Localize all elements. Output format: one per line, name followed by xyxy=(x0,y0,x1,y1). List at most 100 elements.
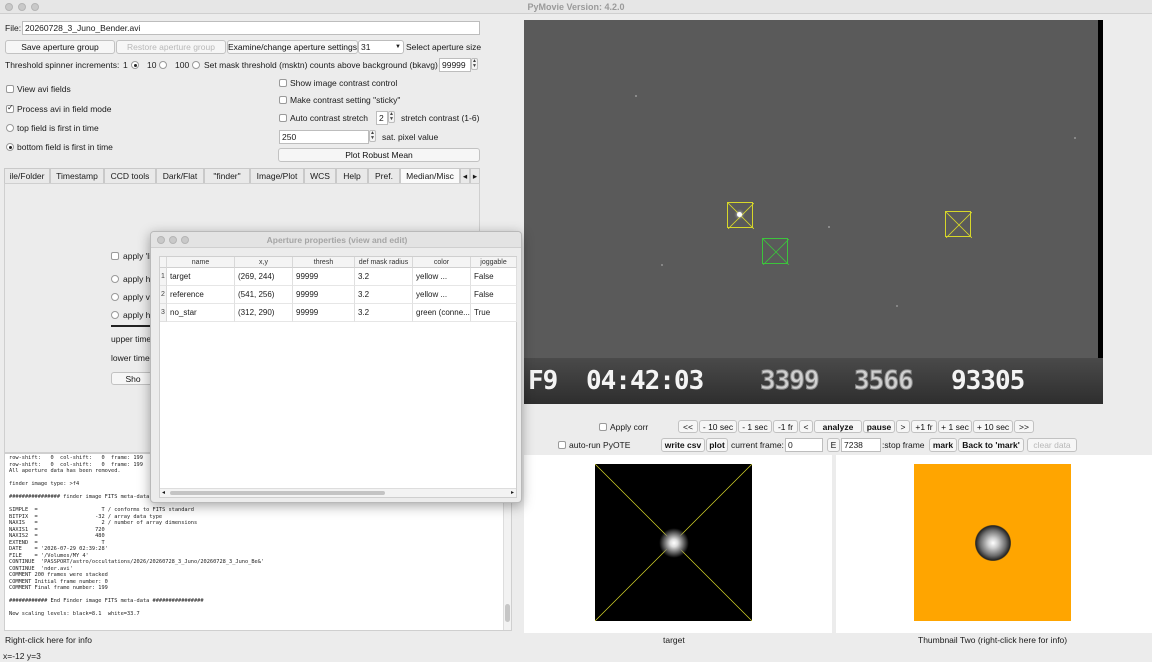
cell-joggable[interactable]: True xyxy=(471,304,517,322)
forward-1-frame-button[interactable]: +1 fr xyxy=(911,420,937,433)
cell-xy[interactable]: (541, 256) xyxy=(235,286,293,304)
cell-mask-radius[interactable]: 3.2 xyxy=(355,268,413,286)
bottom-field-first-radio[interactable] xyxy=(6,143,14,151)
thumbnail-two-panel[interactable] xyxy=(836,455,1152,633)
auto-pyote-checkbox[interactable] xyxy=(558,441,566,449)
top-field-first-radio[interactable] xyxy=(6,124,14,132)
tab-dark-flat[interactable]: Dark/Flat xyxy=(156,168,204,183)
aperture-size-select[interactable]: 31 ▼ xyxy=(358,40,404,54)
mask-threshold-stepper[interactable]: ▲ ▼ xyxy=(471,58,478,70)
sat-pixel-field[interactable]: 250 xyxy=(279,130,369,144)
tab-ccd-tools[interactable]: CCD tools xyxy=(104,168,156,183)
cell-name[interactable]: target xyxy=(167,268,235,286)
cell-color[interactable]: yellow ... xyxy=(413,286,471,304)
stop-frame-e-button[interactable]: E xyxy=(827,438,840,452)
column-header-color[interactable]: color xyxy=(413,257,471,268)
thumbnail-two-label[interactable]: Thumbnail Two (right-click here for info… xyxy=(918,634,1067,646)
back-to-mark-button[interactable]: Back to 'mark' xyxy=(958,438,1024,452)
save-aperture-group-button[interactable]: Save aperture group xyxy=(5,40,115,54)
column-header-xy[interactable]: x,y xyxy=(235,257,293,268)
file-name-field[interactable]: 20260728_3_Juno_Bender.avi xyxy=(22,21,480,35)
cell-xy[interactable]: (269, 244) xyxy=(235,268,293,286)
plot-robust-mean-button[interactable]: Plot Robust Mean xyxy=(278,148,480,162)
row-number[interactable]: 3 xyxy=(160,304,167,322)
apply-ve-radio[interactable] xyxy=(111,293,119,301)
cell-thresh[interactable]: 99999 xyxy=(293,304,355,322)
mark-button[interactable]: mark xyxy=(929,438,957,452)
forward-10-sec-button[interactable]: + 10 sec xyxy=(973,420,1013,433)
column-header-thresh[interactable]: thresh xyxy=(293,257,355,268)
tab-scroll-right-icon[interactable]: ▸ xyxy=(470,168,480,183)
scroll-left-icon[interactable]: ◂ xyxy=(162,489,165,496)
cell-joggable[interactable]: False xyxy=(471,286,517,304)
no-star-aperture[interactable] xyxy=(762,238,789,265)
left-info-label[interactable]: Right-click here for info xyxy=(5,634,92,646)
plot-button[interactable]: plot xyxy=(706,438,728,452)
thumbnail-one-panel[interactable] xyxy=(524,455,832,633)
apply-corr-checkbox[interactable] xyxy=(599,423,607,431)
back-10-sec-button[interactable]: - 10 sec xyxy=(699,420,737,433)
apply-h-radio[interactable] xyxy=(111,311,119,319)
aperture-table[interactable]: name x,y thresh def mask radius color jo… xyxy=(159,256,517,498)
column-header-name[interactable]: name xyxy=(167,257,235,268)
tab-file-folder[interactable]: ile/Folder xyxy=(4,168,50,183)
cell-mask-radius[interactable]: 3.2 xyxy=(355,304,413,322)
back-1-sec-button[interactable]: - 1 sec xyxy=(738,420,772,433)
table-horizontal-scrollbar[interactable]: ◂ ▸ xyxy=(160,488,516,497)
stop-frame-field[interactable]: 7238 xyxy=(841,438,881,452)
pause-button[interactable]: pause xyxy=(863,420,895,433)
tab-timestamp[interactable]: Timestamp xyxy=(50,168,104,183)
tab-wcs[interactable]: WCS xyxy=(304,168,336,183)
forward-1-sec-button[interactable]: + 1 sec xyxy=(938,420,972,433)
restore-aperture-group-button[interactable]: Restore aperture group xyxy=(116,40,226,54)
cell-color[interactable]: yellow ... xyxy=(413,268,471,286)
examine-aperture-settings-button[interactable]: Examine/change aperture settings xyxy=(227,40,358,54)
row-number[interactable]: 2 xyxy=(160,286,167,304)
show-contrast-checkbox[interactable] xyxy=(279,79,287,87)
reference-aperture[interactable] xyxy=(945,211,972,238)
write-csv-button[interactable]: write csv xyxy=(661,438,705,452)
stretch-contrast-field[interactable]: 2 xyxy=(376,111,388,125)
increment-10-radio[interactable] xyxy=(159,61,167,69)
row-number[interactable]: 1 xyxy=(160,268,167,286)
step-forward-button[interactable]: > xyxy=(896,420,910,433)
column-header-joggable[interactable]: joggable xyxy=(471,257,517,268)
video-frame-view[interactable]: F9 04:42:03 3399 3566 93305 xyxy=(524,20,1103,404)
tab-image-plot[interactable]: Image/Plot xyxy=(250,168,304,183)
tab-pref[interactable]: Pref. xyxy=(368,168,400,183)
first-frame-button[interactable]: << xyxy=(678,420,698,433)
process-field-mode-checkbox[interactable] xyxy=(6,103,14,113)
mask-threshold-field[interactable]: 99999 xyxy=(439,58,471,72)
view-avi-fields-checkbox[interactable] xyxy=(6,85,14,93)
apply-li-checkbox[interactable] xyxy=(111,252,119,260)
back-1-frame-button[interactable]: -1 fr xyxy=(773,420,798,433)
cell-mask-radius[interactable]: 3.2 xyxy=(355,286,413,304)
increment-1-radio[interactable] xyxy=(131,61,139,69)
sticky-contrast-checkbox[interactable] xyxy=(279,96,287,104)
tab-finder[interactable]: "finder" xyxy=(204,168,250,183)
stretch-contrast-stepper[interactable]: ▲ ▼ xyxy=(388,111,395,123)
cell-joggable[interactable]: False xyxy=(471,268,517,286)
cell-color[interactable]: green (conne... xyxy=(413,304,471,322)
cell-name[interactable]: reference xyxy=(167,286,235,304)
last-frame-button[interactable]: >> xyxy=(1014,420,1034,433)
cell-thresh[interactable]: 99999 xyxy=(293,286,355,304)
auto-contrast-checkbox[interactable] xyxy=(279,114,287,122)
analyze-button[interactable]: analyze xyxy=(814,420,862,433)
scroll-right-icon[interactable]: ▸ xyxy=(511,489,514,496)
current-frame-field[interactable]: 0 xyxy=(785,438,823,452)
log-scroll-thumb[interactable] xyxy=(505,604,510,622)
cell-xy[interactable]: (312, 290) xyxy=(235,304,293,322)
show-button[interactable]: Sho xyxy=(111,372,155,385)
increment-100-radio[interactable] xyxy=(192,61,200,69)
cell-thresh[interactable]: 99999 xyxy=(293,268,355,286)
aperture-properties-dialog[interactable]: Aperture properties (view and edit) name… xyxy=(150,231,522,503)
clear-data-button[interactable]: clear data xyxy=(1027,438,1077,452)
tab-help[interactable]: Help xyxy=(336,168,368,183)
tab-scroll-left-icon[interactable]: ◂ xyxy=(460,168,470,183)
cell-name[interactable]: no_star xyxy=(167,304,235,322)
sat-pixel-stepper[interactable]: ▲ ▼ xyxy=(369,130,376,142)
column-header-mask-radius[interactable]: def mask radius xyxy=(355,257,413,268)
apply-he-radio[interactable] xyxy=(111,275,119,283)
target-aperture[interactable] xyxy=(727,202,754,229)
